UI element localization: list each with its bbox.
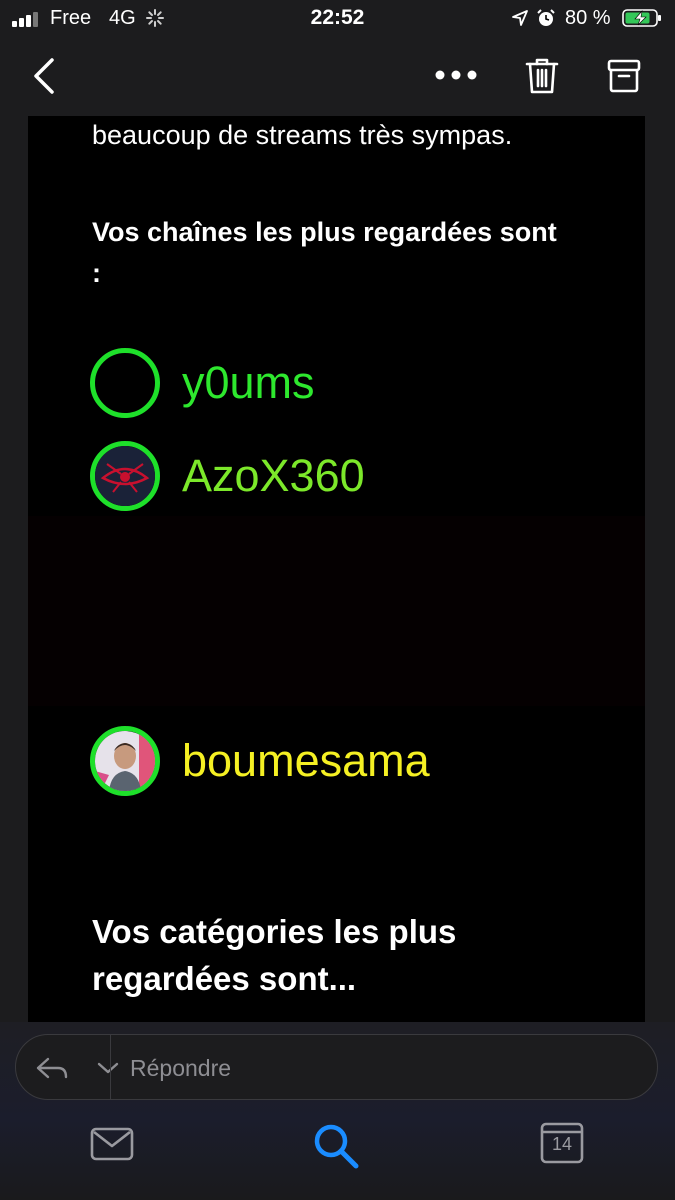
- more-options-icon[interactable]: [432, 68, 480, 82]
- calendar-day: 14: [551, 1134, 573, 1154]
- back-icon[interactable]: [26, 56, 60, 96]
- azox-logo-icon: [95, 446, 155, 506]
- intro-text: beaucoup de streams très sympas.: [92, 120, 513, 150]
- avatar: [90, 348, 160, 418]
- channel-name: AzoX360: [182, 450, 365, 501]
- calendar-icon[interactable]: 14: [540, 1120, 584, 1164]
- reply-placeholder[interactable]: Répondre: [130, 1055, 231, 1082]
- battery-charging-icon: [622, 9, 661, 27]
- status-bar: Free 4G 22:52 80 %: [0, 0, 675, 38]
- archive-icon[interactable]: [606, 56, 642, 96]
- channel-item[interactable]: AzoX360: [90, 437, 365, 515]
- avatar: [90, 726, 160, 796]
- trash-icon[interactable]: [524, 56, 560, 96]
- reply-field[interactable]: Répondre: [15, 1034, 658, 1100]
- channel-name: y0ums: [182, 357, 315, 408]
- divider: [110, 1035, 111, 1099]
- email-content: beaucoup de streams très sympas. Vos cha…: [28, 116, 645, 1022]
- battery-percent: 80 %: [565, 7, 611, 29]
- channels-heading: Vos chaînes les plus regardées sont :: [92, 217, 557, 288]
- chevron-down-icon[interactable]: [96, 1059, 120, 1077]
- channel-item[interactable]: boumesama: [90, 722, 430, 800]
- nav-bar: [0, 38, 675, 116]
- search-icon[interactable]: [312, 1122, 360, 1170]
- redacted-area: [28, 516, 645, 706]
- channel-item[interactable]: y0ums: [90, 344, 315, 422]
- categories-heading: Vos catégories les plus regardées sont..…: [92, 913, 457, 997]
- profile-photo-icon: [95, 731, 155, 791]
- alarm-icon: [537, 9, 555, 26]
- mail-icon[interactable]: [90, 1126, 134, 1162]
- channel-name: boumesama: [182, 735, 430, 786]
- bottom-toolbar: Répondre 14: [0, 1022, 675, 1200]
- avatar: [90, 441, 160, 511]
- reply-arrow-icon[interactable]: [34, 1053, 70, 1083]
- location-arrow-icon: [512, 10, 528, 26]
